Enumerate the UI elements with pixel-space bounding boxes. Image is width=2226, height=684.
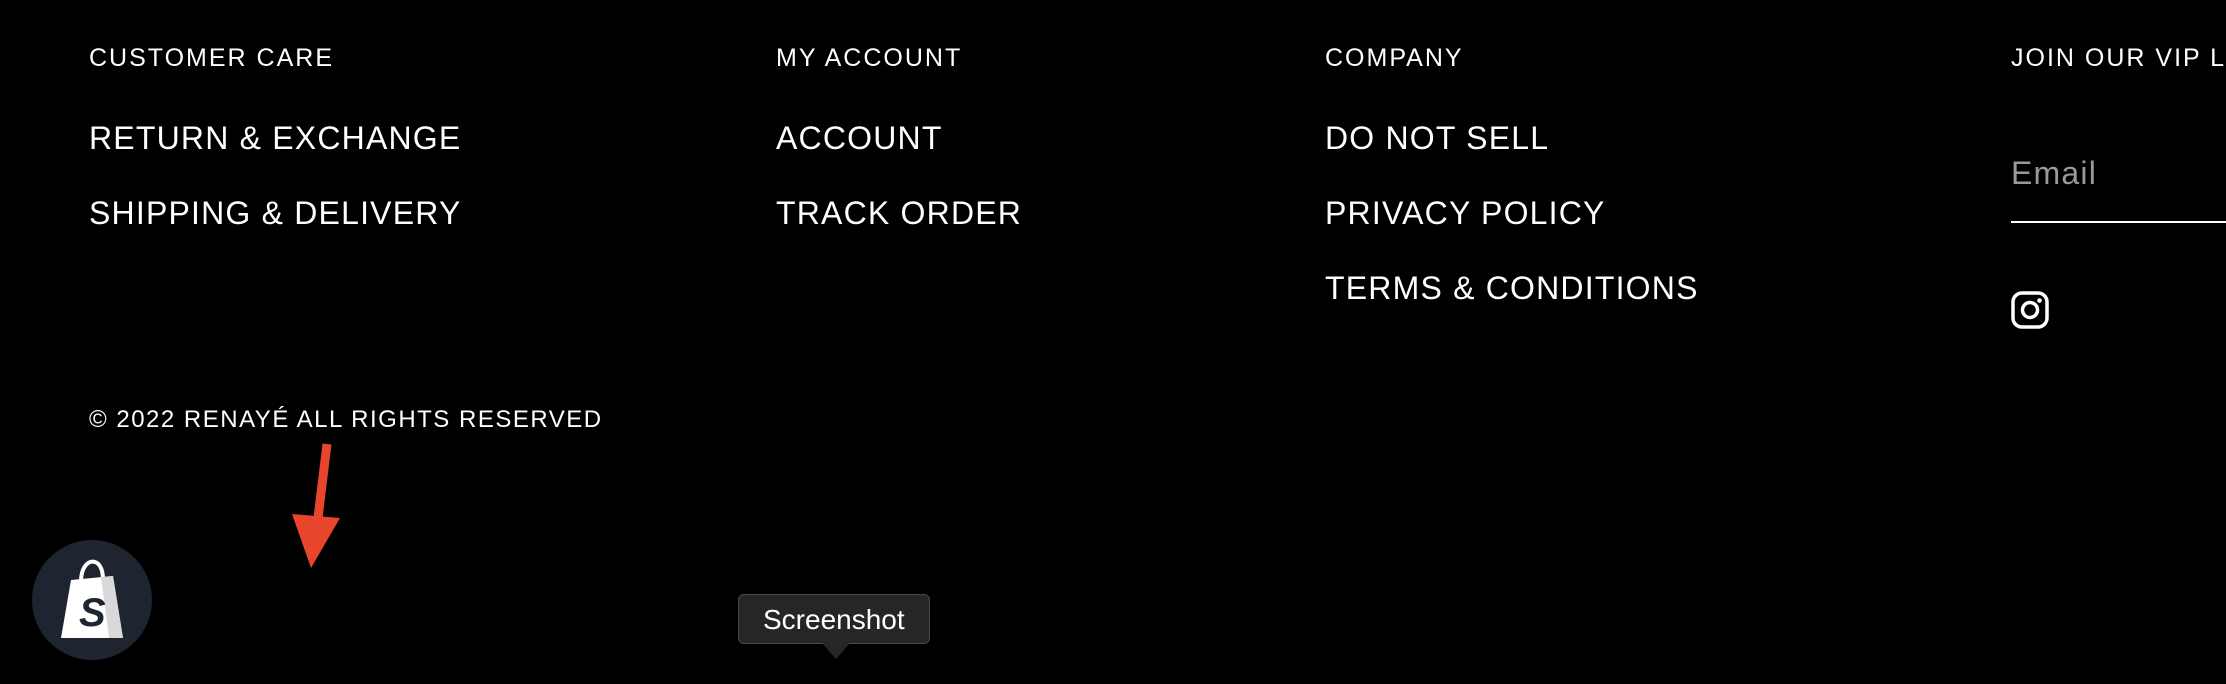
email-input[interactable]: [2011, 149, 2226, 197]
company-heading: COMPANY: [1325, 44, 1464, 72]
screenshot-tooltip: Screenshot: [738, 594, 930, 644]
customer-care-heading: CUSTOMER CARE: [89, 44, 335, 72]
account-link[interactable]: ACCOUNT: [776, 120, 943, 157]
shipping-delivery-link[interactable]: SHIPPING & DELIVERY: [89, 195, 462, 232]
copyright-text: © 2022 RENAYÉ ALL RIGHTS RESERVED: [89, 406, 603, 433]
track-order-link[interactable]: TRACK ORDER: [776, 195, 1022, 232]
my-account-heading: MY ACCOUNT: [776, 44, 963, 72]
tooltip-tail: [822, 643, 850, 659]
svg-text:S: S: [79, 591, 106, 635]
shopify-button[interactable]: S: [32, 540, 152, 660]
do-not-sell-link[interactable]: DO NOT SELL: [1325, 120, 1549, 157]
privacy-policy-link[interactable]: PRIVACY POLICY: [1325, 195, 1606, 232]
annotation-arrow-icon: [280, 440, 360, 580]
instagram-icon[interactable]: [2011, 291, 2049, 329]
vip-heading: JOIN OUR VIP LIS: [2011, 44, 2226, 72]
return-exchange-link[interactable]: RETURN & EXCHANGE: [89, 120, 461, 157]
terms-conditions-link[interactable]: TERMS & CONDITIONS: [1325, 270, 1699, 307]
email-field-wrapper: [2011, 145, 2226, 223]
shopify-bag-icon: S: [61, 559, 123, 638]
